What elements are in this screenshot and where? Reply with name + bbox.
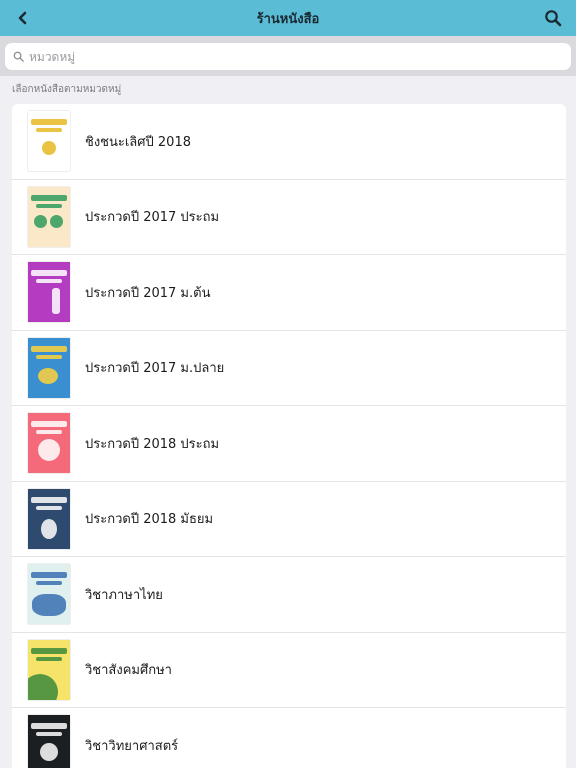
- category-item[interactable]: ประกวดปี 2017 ม.ต้น: [12, 255, 566, 331]
- book-cover-image: [28, 262, 70, 323]
- book-cover-image: [28, 639, 70, 700]
- category-item[interactable]: ประกวดปี 2018 ประถม: [12, 406, 566, 482]
- back-button[interactable]: [10, 6, 36, 30]
- book-cover-image: [28, 413, 70, 474]
- category-item[interactable]: วิชาภาษาไทย: [12, 557, 566, 633]
- category-label: วิชาภาษาไทย: [85, 587, 163, 603]
- search-field[interactable]: [5, 43, 571, 70]
- category-label: ประกวดปี 2017 ประถม: [85, 210, 220, 226]
- category-label: ประกวดปี 2018 ประถม: [85, 436, 220, 452]
- category-label: ชิงชนะเลิศปี 2018: [85, 134, 191, 150]
- book-cover-image: [28, 186, 70, 247]
- category-item[interactable]: ชิงชนะเลิศปี 2018: [12, 104, 566, 180]
- category-label: ประกวดปี 2017 ม.ปลาย: [85, 361, 225, 377]
- page-title: ร้านหนังสือ: [256, 11, 320, 27]
- category-item[interactable]: ประกวดปี 2017 ประถม: [12, 180, 566, 255]
- section-header: เลือกหนังสือตามหมวดหมู่: [12, 84, 122, 95]
- category-item[interactable]: ประกวดปี 2017 ม.ปลาย: [12, 331, 566, 406]
- chevron-left-icon: [16, 10, 30, 26]
- book-cover-image: [28, 564, 70, 625]
- search-bar: [0, 36, 576, 76]
- search-button[interactable]: [540, 6, 566, 30]
- navigation-bar: ร้านหนังสือ: [0, 0, 576, 36]
- category-item[interactable]: วิชาสังคมศึกษา: [12, 633, 566, 708]
- search-icon: [544, 9, 562, 27]
- book-cover-image: [28, 111, 70, 172]
- search-input[interactable]: [29, 49, 571, 64]
- category-label: วิชาวิทยาศาสตร์: [85, 738, 179, 754]
- category-label: ประกวดปี 2018 มัธยม: [85, 512, 214, 528]
- category-item[interactable]: วิชาวิทยาศาสตร์: [12, 708, 566, 768]
- category-item[interactable]: ประกวดปี 2018 มัธยม: [12, 482, 566, 557]
- category-label: วิชาสังคมศึกษา: [85, 663, 172, 679]
- book-cover-image: [28, 337, 70, 398]
- category-label: ประกวดปี 2017 ม.ต้น: [85, 285, 211, 301]
- book-cover-image: [28, 715, 70, 768]
- book-cover-image: [28, 488, 70, 549]
- search-field-icon: [13, 51, 24, 62]
- category-list: ชิงชนะเลิศปี 2018 ประกวดปี 2017 ประถม ปร…: [12, 104, 566, 768]
